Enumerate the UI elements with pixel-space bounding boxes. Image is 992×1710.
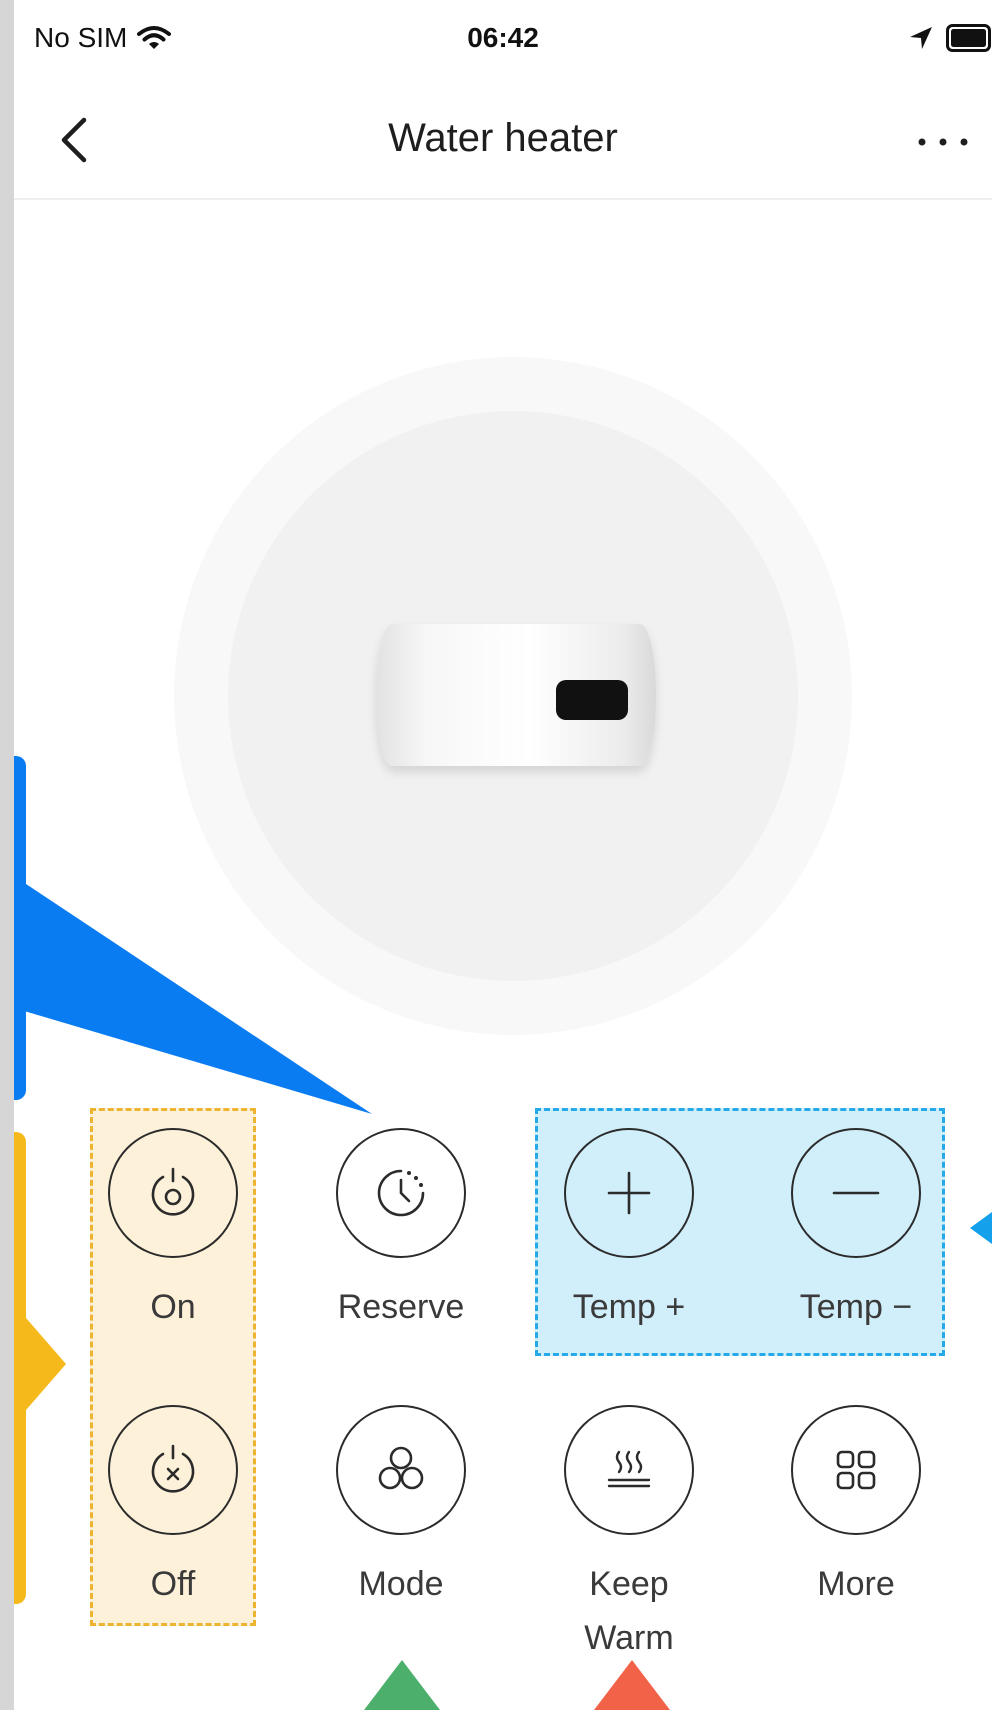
more-control[interactable]: More <box>781 1405 931 1611</box>
reserve-label: Reserve <box>337 1288 465 1326</box>
reserve-control[interactable]: Reserve <box>326 1128 476 1334</box>
temp-minus-control[interactable]: Temp − <box>781 1128 931 1334</box>
power-off-icon <box>151 1444 195 1493</box>
status-right <box>908 24 992 52</box>
keep-warm-label: Keep Warm <box>584 1565 674 1657</box>
minus-icon <box>832 1191 880 1195</box>
on-label: On <box>150 1288 196 1326</box>
temp-plus-control[interactable]: Temp + <box>554 1128 704 1334</box>
temp-minus-button[interactable] <box>791 1128 921 1258</box>
blue-callout-pointer <box>14 876 372 1114</box>
temp-plus-button[interactable] <box>564 1128 694 1258</box>
temp-plus-label: Temp + <box>572 1288 686 1326</box>
green-pointer <box>364 1660 440 1710</box>
phone-screen: No SIM 06:42 Water heater On Reserve Tem… <box>14 0 992 1710</box>
mode-icon <box>378 1446 424 1490</box>
mode-control[interactable]: Mode <box>326 1405 476 1611</box>
keep-warm-control[interactable]: Keep Warm <box>554 1405 704 1665</box>
on-control[interactable]: On <box>98 1128 248 1334</box>
mode-label: Mode <box>358 1565 444 1603</box>
clock-icon <box>377 1169 425 1217</box>
water-heater-image <box>376 624 656 766</box>
temp-minus-label: Temp − <box>799 1288 913 1326</box>
red-pointer <box>594 1660 670 1710</box>
mode-button[interactable] <box>336 1405 466 1535</box>
keep-warm-button[interactable] <box>564 1405 694 1535</box>
yellow-callout-box <box>14 1132 26 1604</box>
off-button[interactable] <box>108 1405 238 1535</box>
on-button[interactable] <box>108 1128 238 1258</box>
power-on-icon <box>151 1167 195 1216</box>
reserve-button[interactable] <box>336 1128 466 1258</box>
more-dots-icon[interactable] <box>908 112 978 168</box>
location-arrow-icon <box>910 27 932 49</box>
battery-icon <box>946 24 991 52</box>
off-control[interactable]: Off <box>98 1405 248 1611</box>
heater-display <box>556 680 628 720</box>
grid-icon <box>836 1450 876 1490</box>
keep-warm-icon <box>607 1450 651 1488</box>
more-button[interactable] <box>791 1405 921 1535</box>
blue-side-pointer <box>970 1212 992 1244</box>
more-label: More <box>817 1565 895 1603</box>
yellow-callout-pointer <box>26 1318 66 1410</box>
plus-icon <box>607 1171 651 1215</box>
off-label: Off <box>150 1565 196 1603</box>
